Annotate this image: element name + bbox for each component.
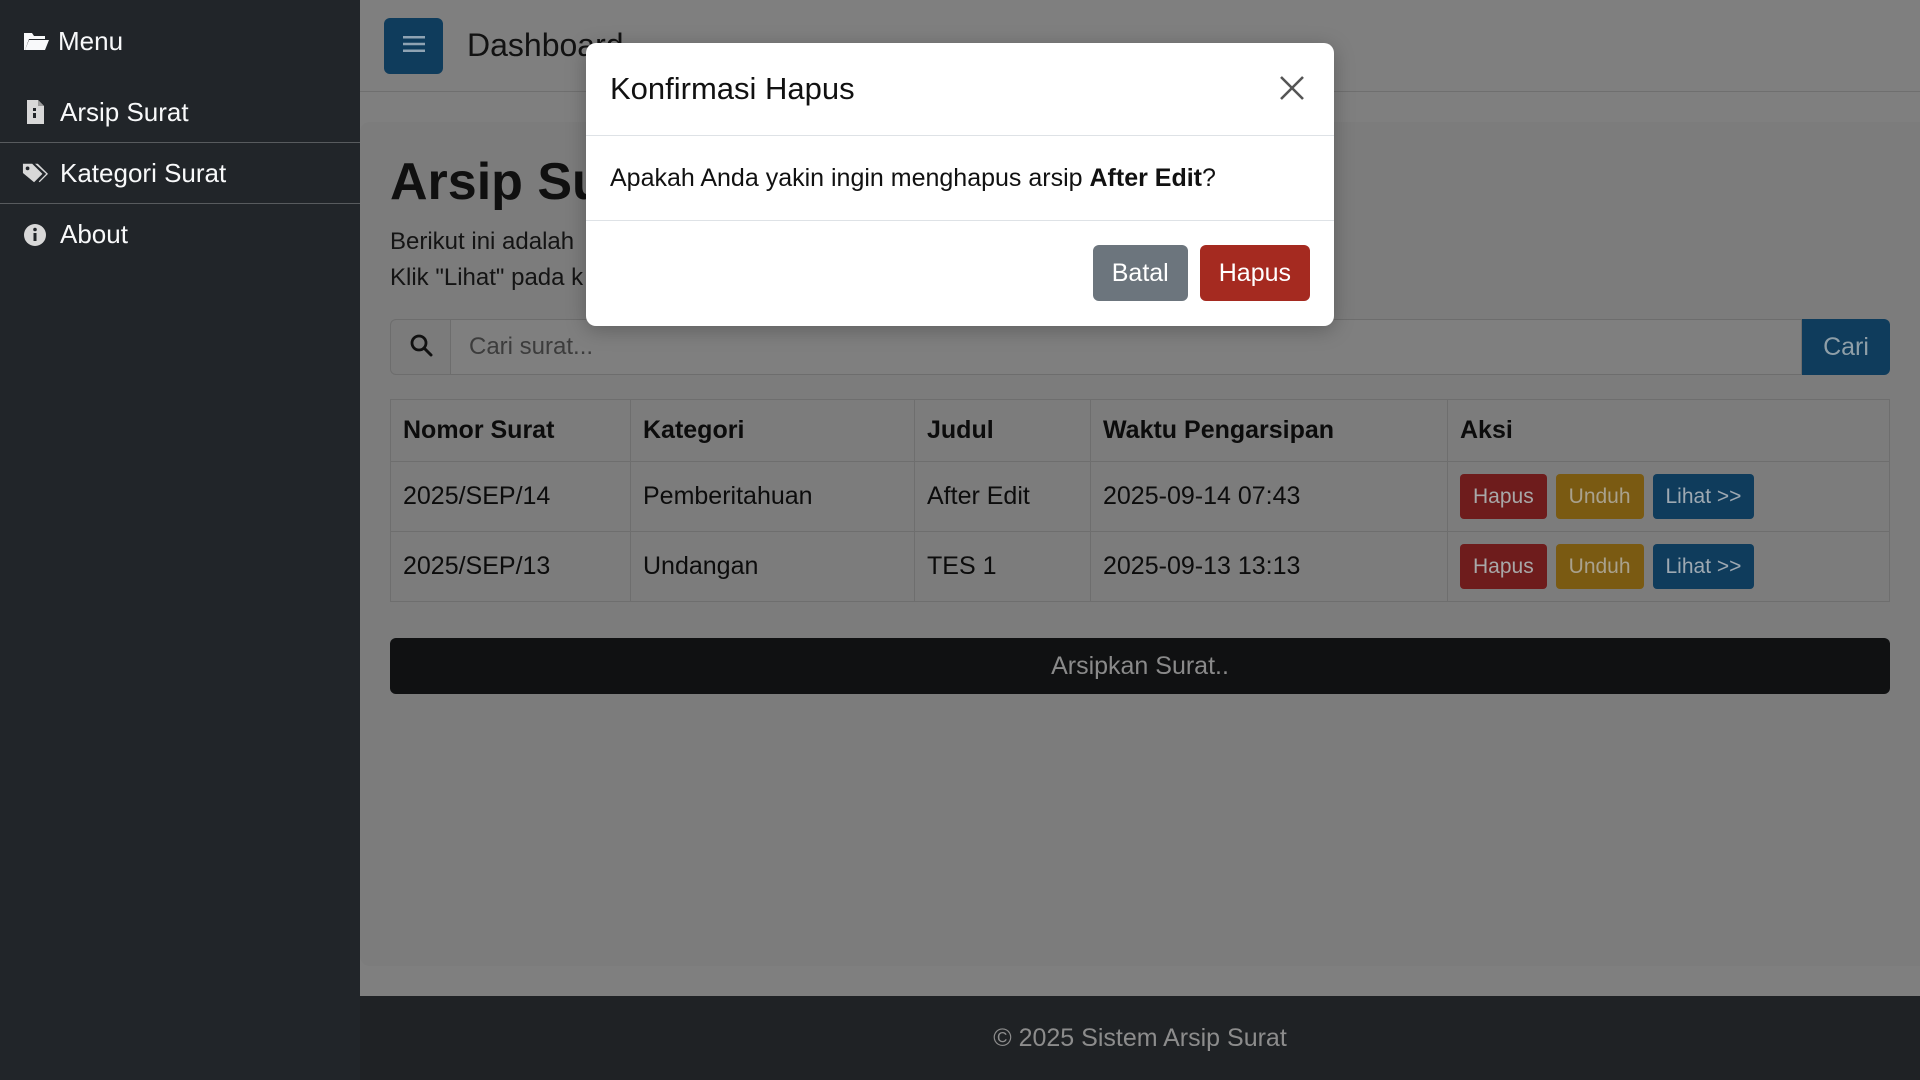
modal-title: Konfirmasi Hapus <box>610 71 855 106</box>
modal-close-button[interactable] <box>1274 71 1310 107</box>
search-icon <box>409 333 433 362</box>
column-header: Kategori <box>630 399 915 462</box>
search-button[interactable]: Cari <box>1802 319 1890 375</box>
sidebar-item-about[interactable]: About <box>0 204 360 265</box>
modal-footer: Batal Hapus <box>586 221 1334 325</box>
cell-aksi: Hapus Unduh Lihat >> <box>1447 531 1890 602</box>
column-header: Nomor Surat <box>390 399 631 462</box>
column-header: Waktu Pengarsipan <box>1090 399 1448 462</box>
table-header-row: Nomor Surat Kategori Judul Waktu Pengars… <box>390 399 1890 462</box>
archive-letter-button[interactable]: Arsipkan Surat.. <box>390 638 1890 694</box>
cell-waktu: 2025-09-13 13:13 <box>1090 531 1448 602</box>
sidebar-header: Menu <box>0 0 360 82</box>
cell-judul: TES 1 <box>914 531 1091 602</box>
sidebar-item-label: About <box>60 219 128 249</box>
table-row: 2025/SEP/13 Undangan TES 1 2025-09-13 13… <box>390 531 1890 602</box>
tags-icon <box>22 160 48 186</box>
table-row: 2025/SEP/14 Pemberitahuan After Edit 202… <box>390 461 1890 532</box>
cell-waktu: 2025-09-14 07:43 <box>1090 461 1448 532</box>
sidebar: Menu Arsip Surat Kategori Surat About <box>0 0 360 1080</box>
cell-kategori: Undangan <box>630 531 915 602</box>
hamburger-icon <box>402 35 425 56</box>
download-button[interactable]: Unduh <box>1555 544 1644 589</box>
sidebar-item-label: Kategori Surat <box>60 157 227 188</box>
cancel-button[interactable]: Batal <box>1092 245 1188 301</box>
search-input[interactable] <box>451 319 1802 375</box>
cell-kategori: Pemberitahuan <box>630 461 915 532</box>
modal-message-target: After Edit <box>1089 163 1203 192</box>
folder-open-icon <box>22 29 50 53</box>
confirm-delete-button[interactable]: Hapus <box>1199 245 1310 301</box>
delete-button[interactable]: Hapus <box>1460 544 1547 589</box>
footer: © 2025 Sistem Arsip Surat <box>360 996 1920 1080</box>
delete-confirm-modal: Konfirmasi Hapus Apakah Anda yakin ingin… <box>586 43 1334 326</box>
sidebar-header-label: Menu <box>58 25 124 56</box>
arsip-table: Nomor Surat Kategori Judul Waktu Pengars… <box>390 399 1890 602</box>
close-icon <box>1278 74 1306 105</box>
view-button[interactable]: Lihat >> <box>1652 544 1755 589</box>
search-group: Cari <box>390 319 1890 375</box>
sidebar-toggle-button[interactable] <box>384 17 443 74</box>
column-header: Aksi <box>1447 399 1890 462</box>
download-button[interactable]: Unduh <box>1555 474 1644 519</box>
modal-message-suffix: ? <box>1202 163 1216 192</box>
cell-nomor: 2025/SEP/13 <box>390 531 631 602</box>
file-icon <box>22 99 48 125</box>
sidebar-item-arsip-surat[interactable]: Arsip Surat <box>0 82 360 143</box>
modal-body: Apakah Anda yakin ingin menghapus arsip … <box>586 136 1334 221</box>
info-icon <box>22 222 48 248</box>
modal-message-prefix: Apakah Anda yakin ingin menghapus arsip <box>610 163 1090 192</box>
search-addon <box>390 319 451 375</box>
delete-button[interactable]: Hapus <box>1460 474 1547 519</box>
view-button[interactable]: Lihat >> <box>1652 474 1755 519</box>
sidebar-item-label: Arsip Surat <box>60 96 189 127</box>
modal-message: Apakah Anda yakin ingin menghapus arsip … <box>610 164 1216 193</box>
cell-aksi: Hapus Unduh Lihat >> <box>1447 461 1890 532</box>
column-header: Judul <box>914 399 1091 462</box>
modal-header: Konfirmasi Hapus <box>586 43 1334 136</box>
cell-nomor: 2025/SEP/14 <box>390 461 631 532</box>
cell-judul: After Edit <box>914 461 1091 532</box>
sidebar-item-kategori-surat[interactable]: Kategori Surat <box>0 143 360 204</box>
